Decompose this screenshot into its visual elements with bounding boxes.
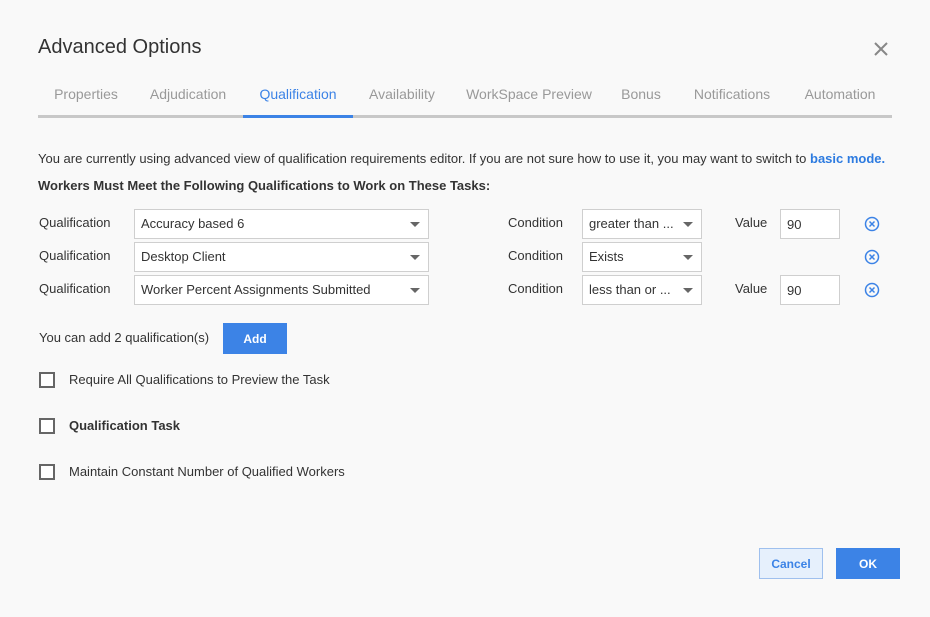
info-text: You are currently using advanced view of…	[38, 151, 885, 166]
constant-workers-label: Maintain Constant Number of Qualified Wo…	[69, 464, 345, 479]
add-qualification-text: You can add 2 qualification(s)	[39, 330, 210, 345]
condition-label: Condition	[508, 215, 563, 230]
chevron-down-icon	[683, 222, 693, 227]
remove-circle-icon[interactable]	[864, 249, 880, 265]
tab-notifications[interactable]: Notifications	[690, 80, 774, 118]
condition-select[interactable]: less than or ...	[582, 275, 702, 305]
require-all-checkbox[interactable]	[39, 372, 55, 388]
qualification-label: Qualification	[39, 248, 111, 263]
close-icon[interactable]	[870, 38, 892, 60]
qualification-label: Qualification	[39, 215, 111, 230]
condition-select[interactable]: greater than ...	[582, 209, 702, 239]
chevron-down-icon	[683, 288, 693, 293]
tab-bonus[interactable]: Bonus	[620, 80, 662, 118]
condition-select[interactable]: Exists	[582, 242, 702, 272]
value-input[interactable]	[780, 275, 840, 305]
basic-mode-link[interactable]: basic mode.	[810, 151, 885, 166]
qualification-select[interactable]: Worker Percent Assignments Submitted	[134, 275, 429, 305]
tab-availability[interactable]: Availability	[367, 80, 437, 118]
tab-properties[interactable]: Properties	[53, 80, 119, 118]
remove-circle-icon[interactable]	[864, 216, 880, 232]
add-button[interactable]: Add	[223, 323, 287, 354]
condition-select-value: greater than ...	[589, 216, 674, 231]
chevron-down-icon	[410, 222, 420, 227]
qualification-task-checkbox[interactable]	[39, 418, 55, 434]
condition-select-value: Exists	[589, 249, 624, 264]
dialog-title: Advanced Options	[38, 36, 202, 58]
condition-select-value: less than or ...	[589, 282, 671, 297]
require-all-label: Require All Qualifications to Preview th…	[69, 372, 330, 387]
value-label: Value	[735, 281, 768, 296]
value-label: Value	[735, 215, 768, 230]
tab-qualification[interactable]: Qualification	[243, 80, 353, 118]
chevron-down-icon	[410, 288, 420, 293]
qualification-select-value: Worker Percent Assignments Submitted	[141, 282, 371, 297]
qualification-select[interactable]: Desktop Client	[134, 242, 429, 272]
active-tab-indicator	[243, 115, 353, 118]
tab-bar: Properties Adjudication Qualification Av…	[38, 80, 892, 118]
tab-workspace-preview[interactable]: WorkSpace Preview	[466, 80, 592, 118]
remove-circle-icon[interactable]	[864, 282, 880, 298]
condition-label: Condition	[508, 248, 563, 263]
tab-adjudication[interactable]: Adjudication	[148, 80, 228, 118]
qualification-select-value: Desktop Client	[141, 249, 226, 264]
qualification-label: Qualification	[39, 281, 111, 296]
chevron-down-icon	[410, 255, 420, 260]
qualifications-heading: Workers Must Meet the Following Qualific…	[38, 178, 491, 193]
ok-button[interactable]: OK	[836, 548, 900, 579]
cancel-button[interactable]: Cancel	[759, 548, 823, 579]
constant-workers-checkbox[interactable]	[39, 464, 55, 480]
qualification-select[interactable]: Accuracy based 6	[134, 209, 429, 239]
condition-label: Condition	[508, 281, 563, 296]
value-input[interactable]	[780, 209, 840, 239]
qualification-select-value: Accuracy based 6	[141, 216, 245, 231]
chevron-down-icon	[683, 255, 693, 260]
tab-automation[interactable]: Automation	[802, 80, 878, 118]
info-message: You are currently using advanced view of…	[38, 151, 807, 166]
qualification-task-label: Qualification Task	[69, 418, 181, 433]
